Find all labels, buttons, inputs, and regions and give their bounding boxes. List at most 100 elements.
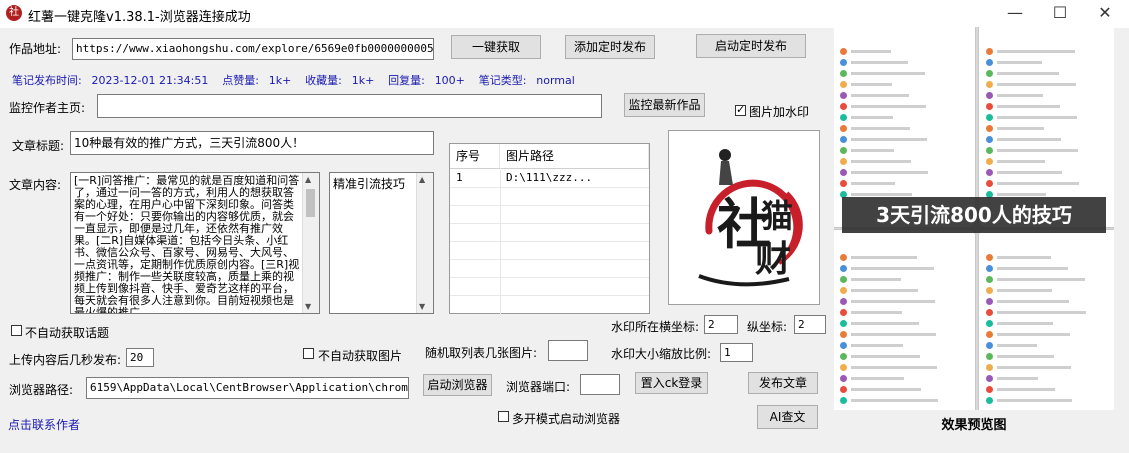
preview-row-icon xyxy=(840,169,847,176)
watermark-label: 图片加水印 xyxy=(749,105,810,119)
preview-row-text xyxy=(851,116,893,119)
article-scrollbar[interactable]: ▲ ▼ xyxy=(302,173,319,313)
type-label: 笔记类型: xyxy=(478,74,527,87)
preview-list-row xyxy=(986,297,1110,306)
tags-scrollbar[interactable]: ▲ ▼ xyxy=(416,173,433,313)
preview-list-row xyxy=(986,374,1110,383)
preview-list-row xyxy=(840,157,970,166)
browser-path-input[interactable]: 6159\AppData\Local\CentBrowser\Applicati… xyxy=(86,377,409,399)
scroll-down-icon[interactable]: ▼ xyxy=(305,302,311,311)
upload-delay-input[interactable]: 20 xyxy=(126,348,154,367)
start-schedule-button[interactable]: 启动定时发布 xyxy=(696,34,806,58)
preview-list-row xyxy=(840,47,970,56)
image-table[interactable]: 序号 图片路径 1 D:\111\zzz... xyxy=(449,143,650,315)
preview-list-row xyxy=(840,91,970,100)
preview-row-icon xyxy=(986,125,993,132)
close-icon[interactable]: ✕ xyxy=(1082,0,1128,28)
minimize-icon[interactable]: — xyxy=(992,0,1038,28)
preview-row-text xyxy=(851,160,911,163)
url-input[interactable]: https://www.xiaohongshu.com/explore/6569… xyxy=(72,38,434,60)
monitor-label: 监控作者主页: xyxy=(9,101,86,115)
scroll-up-icon[interactable]: ▲ xyxy=(305,175,311,184)
preview-list-row xyxy=(986,308,1110,317)
preview-row-text xyxy=(997,300,1069,303)
preview-row-text xyxy=(851,278,901,281)
table-cell-index[interactable]: 1 xyxy=(450,169,500,187)
preview-row-icon xyxy=(986,287,993,294)
no-auto-image-checkbox[interactable] xyxy=(303,348,314,359)
browser-path-label: 浏览器路径: xyxy=(9,383,74,397)
preview-banner: 3天引流800人的技巧 xyxy=(842,197,1106,233)
publish-button[interactable]: 发布文章 xyxy=(748,372,818,394)
preview-list-row xyxy=(986,124,1110,133)
wm-scale-input[interactable]: 1 xyxy=(720,343,753,362)
preview-row-text xyxy=(851,333,936,336)
random-images-input[interactable] xyxy=(548,340,588,361)
preview-row-text xyxy=(997,399,1072,402)
watermark-checkbox[interactable] xyxy=(735,103,746,116)
preview-list-row xyxy=(840,124,970,133)
preview-row-icon xyxy=(840,342,847,349)
preview-list-row xyxy=(986,113,1110,122)
preview-list-row xyxy=(986,47,1110,56)
no-auto-topic-checkbox[interactable] xyxy=(11,325,22,336)
wm-x-label: 水印所在横坐标: xyxy=(611,320,700,334)
preview-list-row xyxy=(986,396,1110,405)
scroll-thumb[interactable] xyxy=(306,189,315,217)
watermark-logo-icon: 社 猫 财 xyxy=(698,149,803,287)
monitor-latest-button[interactable]: 监控最新作品 xyxy=(624,93,705,117)
monitor-input[interactable] xyxy=(97,94,602,118)
preview-list-row xyxy=(986,319,1110,328)
table-cell-path[interactable]: D:\111\zzz... xyxy=(500,169,649,187)
article-title-label: 文章标题: xyxy=(12,139,65,153)
launch-browser-button[interactable]: 启动浏览器 xyxy=(423,374,492,396)
preview-row-icon xyxy=(986,114,993,121)
preview-row-icon xyxy=(986,59,993,66)
preview-row-icon xyxy=(986,169,993,176)
preview-row-text xyxy=(997,333,1070,336)
preview-row-text xyxy=(851,127,910,130)
contact-author-link[interactable]: 点击联系作者 xyxy=(8,416,80,433)
ai-check-button[interactable]: AI查文 xyxy=(757,405,818,429)
preview-row-text xyxy=(997,138,1061,141)
multi-browser-checkbox[interactable] xyxy=(498,411,509,422)
preview-row-text xyxy=(997,289,1052,292)
add-schedule-button[interactable]: 添加定时发布 xyxy=(565,35,655,59)
preview-list-row xyxy=(840,308,970,317)
preview-row-icon xyxy=(840,136,847,143)
preview-list-row xyxy=(986,146,1110,155)
preview-row-icon xyxy=(986,397,993,404)
preview-row-text xyxy=(997,105,1060,108)
preview-row-icon xyxy=(840,114,847,121)
type-value: normal xyxy=(536,74,575,87)
article-title-input[interactable]: 10种最有效的推广方式，三天引流800人！ xyxy=(70,131,434,155)
preview-list-row xyxy=(986,91,1110,100)
app-icon: 社 xyxy=(6,5,22,21)
preview-row-text xyxy=(851,388,921,391)
ck-login-button[interactable]: 置入ck登录 xyxy=(635,372,708,394)
preview-list-row xyxy=(986,341,1110,350)
preview-row-text xyxy=(851,182,895,185)
preview-row-text xyxy=(851,399,938,402)
maximize-icon[interactable]: ☐ xyxy=(1037,0,1083,28)
preview-row-icon xyxy=(840,276,847,283)
replies-value: 100+ xyxy=(434,74,465,87)
wm-x-input[interactable]: 2 xyxy=(704,315,738,334)
article-content-textarea[interactable]: [一R]问答推广：最常见的就是百度知道和问答了，通过一问一答的方式，利用人的想获… xyxy=(70,172,320,314)
preview-list-row xyxy=(840,297,970,306)
preview-row-icon xyxy=(986,180,993,187)
tags-textarea[interactable]: 精准引流技巧 ▲ ▼ xyxy=(329,172,434,314)
wm-y-input[interactable]: 2 xyxy=(794,315,826,334)
preview-list-row xyxy=(840,385,970,394)
preview-row-icon xyxy=(840,364,847,371)
fetch-button[interactable]: 一键获取 xyxy=(451,35,541,59)
preview-row-icon xyxy=(840,298,847,305)
tags-scroll-up-icon[interactable]: ▲ xyxy=(419,175,425,184)
no-auto-topic-label: 不自动获取话题 xyxy=(25,326,110,340)
logo-char-cai: 财 xyxy=(755,238,791,280)
preview-row-text xyxy=(851,149,894,152)
browser-port-input[interactable] xyxy=(580,374,620,395)
preview-row-text xyxy=(997,127,1044,130)
preview-row-text xyxy=(997,116,1077,119)
tags-scroll-down-icon[interactable]: ▼ xyxy=(419,302,425,311)
